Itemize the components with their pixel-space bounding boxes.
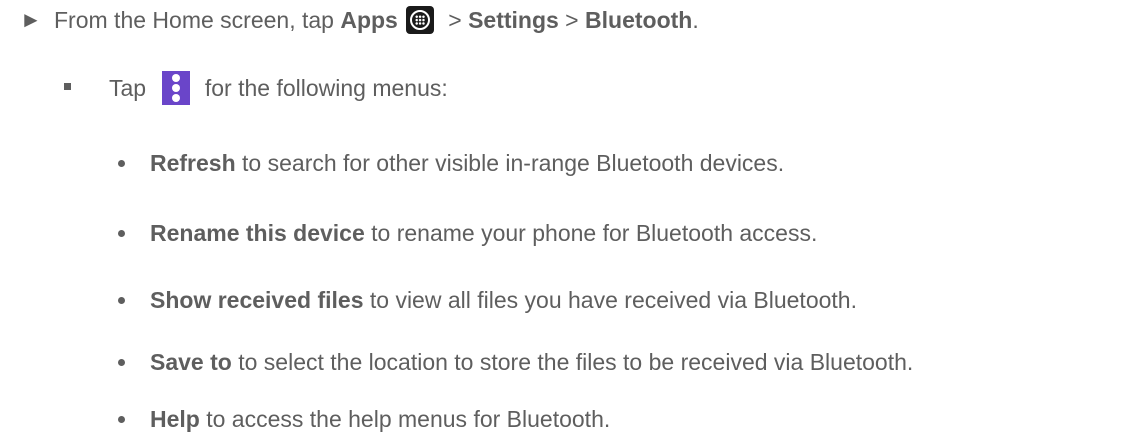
square-bullet-icon bbox=[64, 82, 71, 90]
menu-description: to select the location to store the file… bbox=[231, 349, 914, 375]
apps-label: Apps bbox=[340, 7, 398, 33]
step-suffix: . bbox=[692, 7, 699, 33]
sub-step: Tap for the following menus: bbox=[64, 71, 448, 105]
bullet-dot-icon bbox=[118, 358, 125, 366]
list-item: Show received files to view all files yo… bbox=[118, 285, 857, 315]
bullet-dot-icon bbox=[118, 229, 125, 237]
bullet-dot-icon bbox=[118, 159, 125, 167]
bullet-dot-icon bbox=[118, 415, 125, 423]
bullet-dot-icon bbox=[118, 296, 125, 304]
settings-label: Settings bbox=[468, 7, 559, 33]
menu-term: Show received files bbox=[150, 287, 364, 313]
separator: > bbox=[558, 7, 586, 33]
bluetooth-label: Bluetooth bbox=[585, 7, 693, 33]
list-item: Refresh to search for other visible in-r… bbox=[118, 148, 784, 178]
sub-step-prefix: Tap bbox=[109, 75, 153, 101]
sub-step-suffix: for the following menus: bbox=[198, 75, 448, 101]
more-options-icon bbox=[162, 71, 191, 105]
step-arrow-icon: ► bbox=[20, 7, 42, 32]
menu-description: to search for other visible in-range Blu… bbox=[235, 150, 785, 176]
menu-description: to rename your phone for Bluetooth acces… bbox=[364, 220, 818, 246]
menu-term: Help bbox=[150, 406, 200, 432]
menu-description: to view all files you have received via … bbox=[363, 287, 857, 313]
menu-term: Refresh bbox=[150, 150, 236, 176]
menu-term: Save to bbox=[150, 349, 232, 375]
step-prefix-text: From the Home screen, tap bbox=[54, 7, 341, 33]
separator: > bbox=[441, 7, 469, 33]
menu-description: to access the help menus for Bluetooth. bbox=[199, 406, 611, 432]
menu-term: Rename this device bbox=[150, 220, 365, 246]
list-item: Rename this device to rename your phone … bbox=[118, 218, 817, 248]
list-item: Help to access the help menus for Blueto… bbox=[118, 404, 610, 434]
list-item: Save to to select the location to store … bbox=[118, 347, 913, 377]
instruction-step: ► From the Home screen, tap Apps > Setti… bbox=[20, 5, 699, 35]
apps-grid-icon bbox=[405, 6, 434, 34]
